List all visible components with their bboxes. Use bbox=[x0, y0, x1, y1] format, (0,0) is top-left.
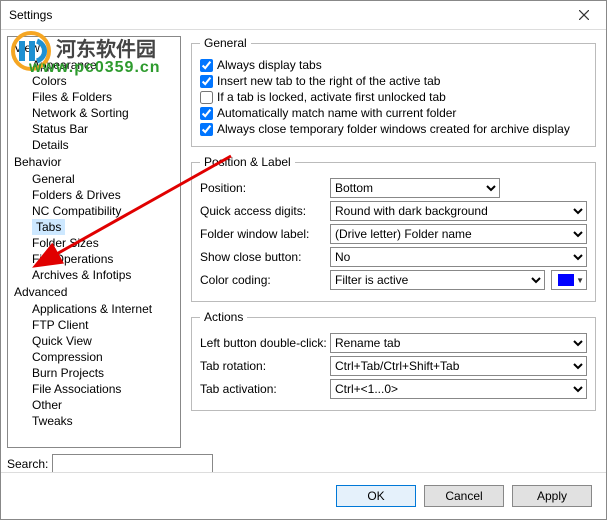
tab-rotation-select[interactable]: Ctrl+Tab/Ctrl+Shift+Tab bbox=[330, 356, 587, 376]
general-checkbox-label: Always close temporary folder windows cr… bbox=[217, 122, 570, 136]
settings-window: Settings ViewAppearanceColorsFiles & Fol… bbox=[0, 0, 607, 520]
tree-item[interactable]: Other bbox=[8, 397, 180, 413]
close-icon bbox=[579, 10, 589, 20]
tab-rotation-label: Tab rotation: bbox=[200, 359, 330, 373]
tree-item[interactable]: Folders & Drives bbox=[8, 187, 180, 203]
tree-item[interactable]: File Operations bbox=[8, 251, 180, 267]
tree-item[interactable]: Quick View bbox=[8, 333, 180, 349]
ok-button[interactable]: OK bbox=[336, 485, 416, 507]
tree-item[interactable]: NC Compatibility bbox=[8, 203, 180, 219]
color-coding-select[interactable]: Filter is active bbox=[330, 270, 545, 290]
folder-window-select[interactable]: (Drive letter) Folder name bbox=[330, 224, 587, 244]
tree-item[interactable]: Details bbox=[8, 137, 180, 153]
position-select[interactable]: Bottom bbox=[330, 178, 500, 198]
tree-item[interactable]: Compression bbox=[8, 349, 180, 365]
tree-item[interactable]: Tabs bbox=[32, 219, 65, 235]
settings-panel: General Always display tabs Insert new ta… bbox=[181, 30, 606, 474]
position-label: Position: bbox=[200, 181, 330, 195]
color-coding-label: Color coding: bbox=[200, 273, 330, 287]
search-label: Search: bbox=[7, 457, 48, 471]
position-label-group: Position & Label Position: Bottom Quick … bbox=[191, 155, 596, 302]
titlebar: Settings bbox=[1, 1, 606, 30]
tree-item[interactable]: Appearance bbox=[8, 57, 180, 73]
general-checkbox[interactable] bbox=[200, 75, 213, 88]
tree-item[interactable]: Folder Sizes bbox=[8, 235, 180, 251]
settings-tree[interactable]: ViewAppearanceColorsFiles & FoldersNetwo… bbox=[7, 36, 181, 448]
general-checkbox-label: Automatically match name with current fo… bbox=[217, 106, 456, 120]
actions-group: Actions Left button double-click: Rename… bbox=[191, 310, 596, 411]
actions-legend: Actions bbox=[200, 310, 247, 324]
folder-window-label: Folder window label: bbox=[200, 227, 330, 241]
chevron-down-icon: ▼ bbox=[576, 276, 584, 285]
general-legend: General bbox=[200, 36, 251, 50]
tree-item[interactable]: File Associations bbox=[8, 381, 180, 397]
tab-activation-select[interactable]: Ctrl+<1...0> bbox=[330, 379, 587, 399]
general-checkbox-label: Always display tabs bbox=[217, 58, 322, 72]
general-checkbox[interactable] bbox=[200, 107, 213, 120]
cancel-button[interactable]: Cancel bbox=[424, 485, 504, 507]
quick-access-label: Quick access digits: bbox=[200, 204, 330, 218]
tree-category[interactable]: Advanced bbox=[8, 283, 180, 301]
general-checkbox[interactable] bbox=[200, 123, 213, 136]
dialog-buttons: OK Cancel Apply bbox=[1, 472, 606, 519]
double-click-select[interactable]: Rename tab bbox=[330, 333, 587, 353]
double-click-label: Left button double-click: bbox=[200, 336, 330, 350]
show-close-select[interactable]: No bbox=[330, 247, 587, 267]
tree-item[interactable]: Colors bbox=[8, 73, 180, 89]
tree-item[interactable]: FTP Client bbox=[8, 317, 180, 333]
show-close-label: Show close button: bbox=[200, 250, 330, 264]
tree-item[interactable]: Status Bar bbox=[8, 121, 180, 137]
general-group: General Always display tabs Insert new ta… bbox=[191, 36, 596, 147]
tree-item[interactable]: Network & Sorting bbox=[8, 105, 180, 121]
tree-category[interactable]: View bbox=[8, 39, 180, 57]
apply-button[interactable]: Apply bbox=[512, 485, 592, 507]
general-checkbox-label: Insert new tab to the right of the activ… bbox=[217, 74, 440, 88]
tab-activation-label: Tab activation: bbox=[200, 382, 330, 396]
color-swatch-button[interactable]: ▼ bbox=[551, 270, 587, 290]
tree-item[interactable]: General bbox=[8, 171, 180, 187]
tree-item[interactable]: Archives & Infotips bbox=[8, 267, 180, 283]
tree-item[interactable]: Burn Projects bbox=[8, 365, 180, 381]
tree-category[interactable]: Behavior bbox=[8, 153, 180, 171]
quick-access-select[interactable]: Round with dark background bbox=[330, 201, 587, 221]
window-title: Settings bbox=[1, 8, 52, 22]
tree-item[interactable]: Files & Folders bbox=[8, 89, 180, 105]
tree-item[interactable]: Applications & Internet bbox=[8, 301, 180, 317]
general-checkbox[interactable] bbox=[200, 59, 213, 72]
general-checkbox-label: If a tab is locked, activate first unloc… bbox=[217, 90, 446, 104]
general-checkbox[interactable] bbox=[200, 91, 213, 104]
color-swatch-icon bbox=[558, 274, 574, 286]
close-button[interactable] bbox=[561, 1, 606, 29]
position-label-legend: Position & Label bbox=[200, 155, 295, 169]
tree-item[interactable]: Tweaks bbox=[8, 413, 180, 429]
